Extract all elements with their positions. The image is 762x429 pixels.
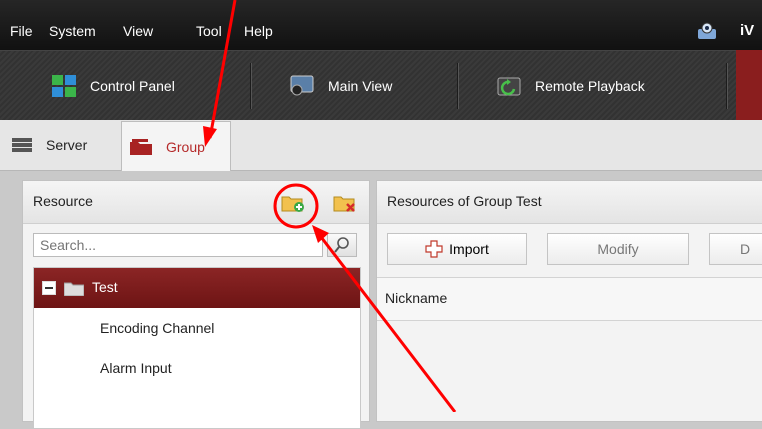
- app-name: iV: [740, 22, 755, 39]
- main-view-button[interactable]: Main View: [290, 51, 392, 121]
- toolbar-separator: [457, 63, 459, 109]
- playback-icon: [497, 77, 521, 96]
- server-icon: [12, 138, 32, 152]
- delete-label: D: [740, 241, 751, 257]
- menu-file[interactable]: File: [10, 23, 33, 39]
- tree-item-alarm-input[interactable]: Alarm Input: [34, 348, 360, 388]
- delete-button[interactable]: D: [709, 233, 762, 265]
- collapse-icon[interactable]: [42, 281, 56, 295]
- nickname-column-header[interactable]: Nickname: [377, 277, 762, 321]
- menu-bar: File System View Tool Help iV: [0, 0, 762, 50]
- group-resources-panel: Resources of Group Test Import Modify D …: [376, 180, 762, 422]
- tree-item-label: Alarm Input: [100, 360, 172, 376]
- modify-button[interactable]: Modify: [547, 233, 689, 265]
- folder-icon: [130, 138, 152, 155]
- main-toolbar: Control Panel Main View Remote Playback: [0, 50, 762, 121]
- menu-tool[interactable]: Tool: [196, 23, 222, 39]
- tab-bar: Server Group: [0, 120, 762, 171]
- menu-system[interactable]: System: [49, 23, 96, 39]
- resource-panel: Resource Test Encoding Channel: [22, 180, 370, 429]
- modify-label: Modify: [597, 241, 639, 257]
- monitor-icon: [290, 75, 314, 96]
- plus-icon: [425, 240, 443, 258]
- folder-icon: [64, 282, 84, 296]
- camera-logo-icon: [698, 22, 716, 39]
- active-tool-strip: [736, 50, 762, 120]
- resource-panel-header: Resource: [23, 181, 369, 224]
- menu-help[interactable]: Help: [244, 23, 273, 39]
- tree-item-encoding-channel[interactable]: Encoding Channel: [34, 308, 360, 348]
- grid-icon: [52, 75, 76, 97]
- resource-tree: Test Encoding Channel Alarm Input: [33, 267, 361, 429]
- add-group-icon[interactable]: [281, 193, 305, 213]
- tab-server-label: Server: [46, 137, 88, 153]
- control-panel-label: Control Panel: [90, 78, 175, 94]
- toolbar-separator: [726, 63, 728, 109]
- control-panel-button[interactable]: Control Panel: [52, 51, 175, 121]
- tab-group[interactable]: Group: [121, 121, 231, 171]
- group-panel-header: Resources of Group Test: [377, 181, 762, 224]
- search-button[interactable]: [327, 233, 357, 257]
- tab-server[interactable]: Server: [12, 120, 87, 170]
- tree-item-label: Test: [92, 279, 118, 295]
- import-button[interactable]: Import: [387, 233, 527, 265]
- nickname-label: Nickname: [385, 290, 448, 306]
- tab-group-label: Group: [166, 138, 205, 155]
- group-panel-title: Resources of Group Test: [387, 193, 542, 209]
- main-view-label: Main View: [328, 78, 393, 94]
- delete-group-icon[interactable]: [333, 193, 357, 213]
- tree-item-test[interactable]: Test: [34, 268, 360, 308]
- toolbar-separator: [250, 63, 252, 109]
- import-label: Import: [449, 241, 489, 257]
- search-input[interactable]: [33, 233, 323, 257]
- remote-playback-button[interactable]: Remote Playback: [497, 51, 645, 121]
- tree-item-label: Encoding Channel: [100, 320, 215, 336]
- menu-view[interactable]: View: [123, 23, 153, 39]
- remote-playback-label: Remote Playback: [535, 78, 645, 94]
- resource-panel-title: Resource: [33, 193, 93, 209]
- search-icon: [334, 237, 349, 253]
